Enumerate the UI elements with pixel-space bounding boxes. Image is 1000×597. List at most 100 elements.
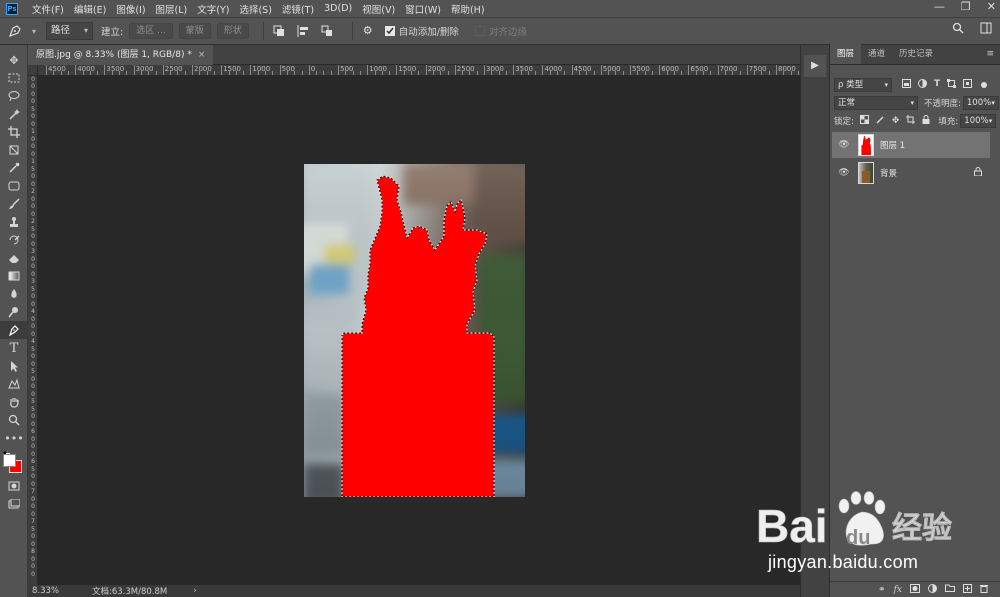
layer-style-icon[interactable]: fx	[894, 585, 902, 595]
document-tab[interactable]: 原图.jpg @ 8.33% (图层 1, RGB/8) * ×	[28, 45, 214, 65]
status-menu-arrow[interactable]: ›	[193, 586, 196, 596]
zoom-tool-icon[interactable]	[0, 411, 28, 429]
lock-pixels-icon[interactable]	[876, 115, 885, 127]
link-layers-icon[interactable]: ⚭	[878, 585, 886, 595]
close-tab-icon[interactable]: ×	[198, 50, 206, 60]
fill-field[interactable]: 100% ▾	[960, 114, 997, 128]
filter-toggle-icon[interactable]	[981, 82, 988, 88]
make-shape-button[interactable]: 形状	[216, 23, 249, 39]
frame-tool-icon[interactable]	[0, 141, 28, 159]
visibility-eye-icon[interactable]: 👁	[836, 168, 852, 178]
more-tools-icon[interactable]: •••	[0, 429, 28, 447]
horizontal-ruler[interactable]: 4500 4000 3500 3000 2500 2000 1500 1000 500 0 500 1…	[38, 65, 800, 76]
layer-name[interactable]: 图层 1	[880, 139, 905, 151]
make-selection-button[interactable]: 选区 ...	[129, 23, 173, 39]
auto-add-checkbox[interactable]	[384, 26, 395, 36]
lock-artboard-icon[interactable]	[906, 115, 916, 127]
lock-position-icon[interactable]: ✥	[892, 116, 900, 126]
marquee-tool-icon[interactable]	[0, 69, 28, 87]
menu-edit[interactable]: 编辑(E)	[74, 2, 106, 16]
custom-shape-tool-icon[interactable]	[0, 375, 28, 393]
crop-tool-icon[interactable]	[0, 123, 28, 141]
blur-tool-icon[interactable]	[0, 285, 28, 303]
magic-wand-tool-icon[interactable]	[0, 105, 28, 123]
menu-help[interactable]: 帮助(H)	[451, 2, 485, 16]
default-colors-icon[interactable]	[2, 447, 11, 457]
path-operations-icon[interactable]	[272, 24, 286, 38]
filter-type-icon[interactable]: T	[934, 79, 940, 91]
menu-file[interactable]: 文件(F)	[32, 2, 64, 16]
layer-name[interactable]: 背景	[880, 167, 897, 179]
filter-pixel-icon[interactable]	[902, 79, 911, 91]
dodge-tool-icon[interactable]	[0, 303, 28, 321]
lock-all-icon[interactable]	[922, 115, 930, 127]
align-edges-checkbox[interactable]	[474, 26, 485, 36]
gear-icon[interactable]: ⚙	[361, 24, 375, 38]
type-tool-icon[interactable]: T	[0, 339, 28, 357]
stamp-tool-icon[interactable]	[0, 213, 28, 231]
menu-filter[interactable]: 滤镜(T)	[282, 2, 314, 16]
menu-window[interactable]: 窗口(W)	[405, 2, 441, 16]
tab-history[interactable]: 历史记录	[892, 44, 940, 64]
preset-chevron-icon[interactable]: ▾	[32, 27, 36, 36]
quick-mask-icon[interactable]	[0, 477, 28, 495]
lock-icon[interactable]	[974, 167, 982, 179]
path-selection-tool-icon[interactable]	[0, 357, 28, 375]
canvas-area[interactable]	[38, 76, 800, 585]
document-info[interactable]: 文档:63.3M/80.8M	[92, 585, 167, 597]
tool-mode-select[interactable]: 路径 ▾	[46, 22, 94, 40]
filter-smart-object-icon[interactable]	[963, 79, 973, 91]
ruler-origin[interactable]	[28, 65, 38, 76]
search-icon[interactable]	[952, 22, 964, 37]
tab-layers[interactable]: 图层	[830, 44, 862, 64]
pen-tool-preset-icon[interactable]	[8, 24, 22, 38]
layer-filter-label: ρ 类型	[838, 80, 864, 90]
eraser-tool-icon[interactable]	[0, 249, 28, 267]
restore-button[interactable]: ❐	[961, 0, 971, 13]
eyedropper-tool-icon[interactable]	[0, 159, 28, 177]
menu-view[interactable]: 视图(V)	[362, 2, 395, 16]
screen-mode-icon[interactable]	[0, 495, 28, 513]
blend-mode-select[interactable]: 正常 ▾	[834, 96, 918, 110]
brush-tool-icon[interactable]	[0, 195, 28, 213]
menu-type[interactable]: 文字(Y)	[197, 2, 229, 16]
menu-layer[interactable]: 图层(L)	[156, 2, 188, 16]
make-mask-button[interactable]: 蒙版	[178, 23, 211, 39]
lasso-tool-icon[interactable]	[0, 87, 28, 105]
vertical-ruler[interactable]: 5000050010001500200025003000350040004500…	[28, 65, 38, 585]
layer-filter-select[interactable]: ρ 类型 ▾	[834, 78, 892, 92]
history-brush-tool-icon[interactable]	[0, 231, 28, 249]
tab-channels[interactable]: 通道	[861, 44, 892, 64]
menu-3d[interactable]: 3D(D)	[324, 3, 352, 14]
color-swatches[interactable]	[0, 447, 28, 477]
close-window-button[interactable]: ✕	[987, 0, 996, 13]
pen-tool-icon[interactable]	[0, 321, 28, 339]
visibility-eye-icon[interactable]: 👁	[836, 140, 852, 150]
lock-transparent-icon[interactable]	[859, 115, 869, 127]
add-mask-icon[interactable]	[910, 583, 920, 596]
workspace-icon[interactable]	[980, 22, 992, 37]
zoom-level[interactable]: 8.33%	[32, 586, 82, 596]
new-layer-icon[interactable]	[963, 583, 972, 596]
document-image[interactable]	[304, 164, 525, 497]
minimize-button[interactable]: —	[934, 0, 945, 13]
gradient-tool-icon[interactable]	[0, 267, 28, 285]
trash-icon[interactable]	[980, 584, 988, 596]
layer-row[interactable]: 👁 图层 1	[832, 132, 990, 158]
path-arrangement-icon[interactable]	[320, 24, 334, 38]
panel-menu-icon[interactable]: ≡	[986, 49, 994, 59]
play-actions-icon[interactable]: ▶	[804, 55, 826, 77]
frame-select-tool-icon[interactable]	[0, 177, 28, 195]
filter-adjustment-icon[interactable]	[918, 79, 927, 91]
foreground-color-swatch[interactable]	[3, 454, 16, 467]
group-folder-icon[interactable]	[945, 584, 955, 595]
menu-image[interactable]: 图像(I)	[116, 2, 145, 16]
adjustment-layer-icon[interactable]	[928, 583, 937, 596]
opacity-field[interactable]: 100% ▾	[962, 96, 999, 110]
hand-tool-icon[interactable]	[0, 393, 28, 411]
move-tool-icon[interactable]: ✥	[0, 51, 28, 69]
layer-row[interactable]: 👁 背景	[832, 160, 990, 186]
menu-select[interactable]: 选择(S)	[239, 2, 271, 16]
path-alignment-icon[interactable]	[296, 24, 310, 38]
filter-shape-icon[interactable]	[947, 79, 957, 91]
